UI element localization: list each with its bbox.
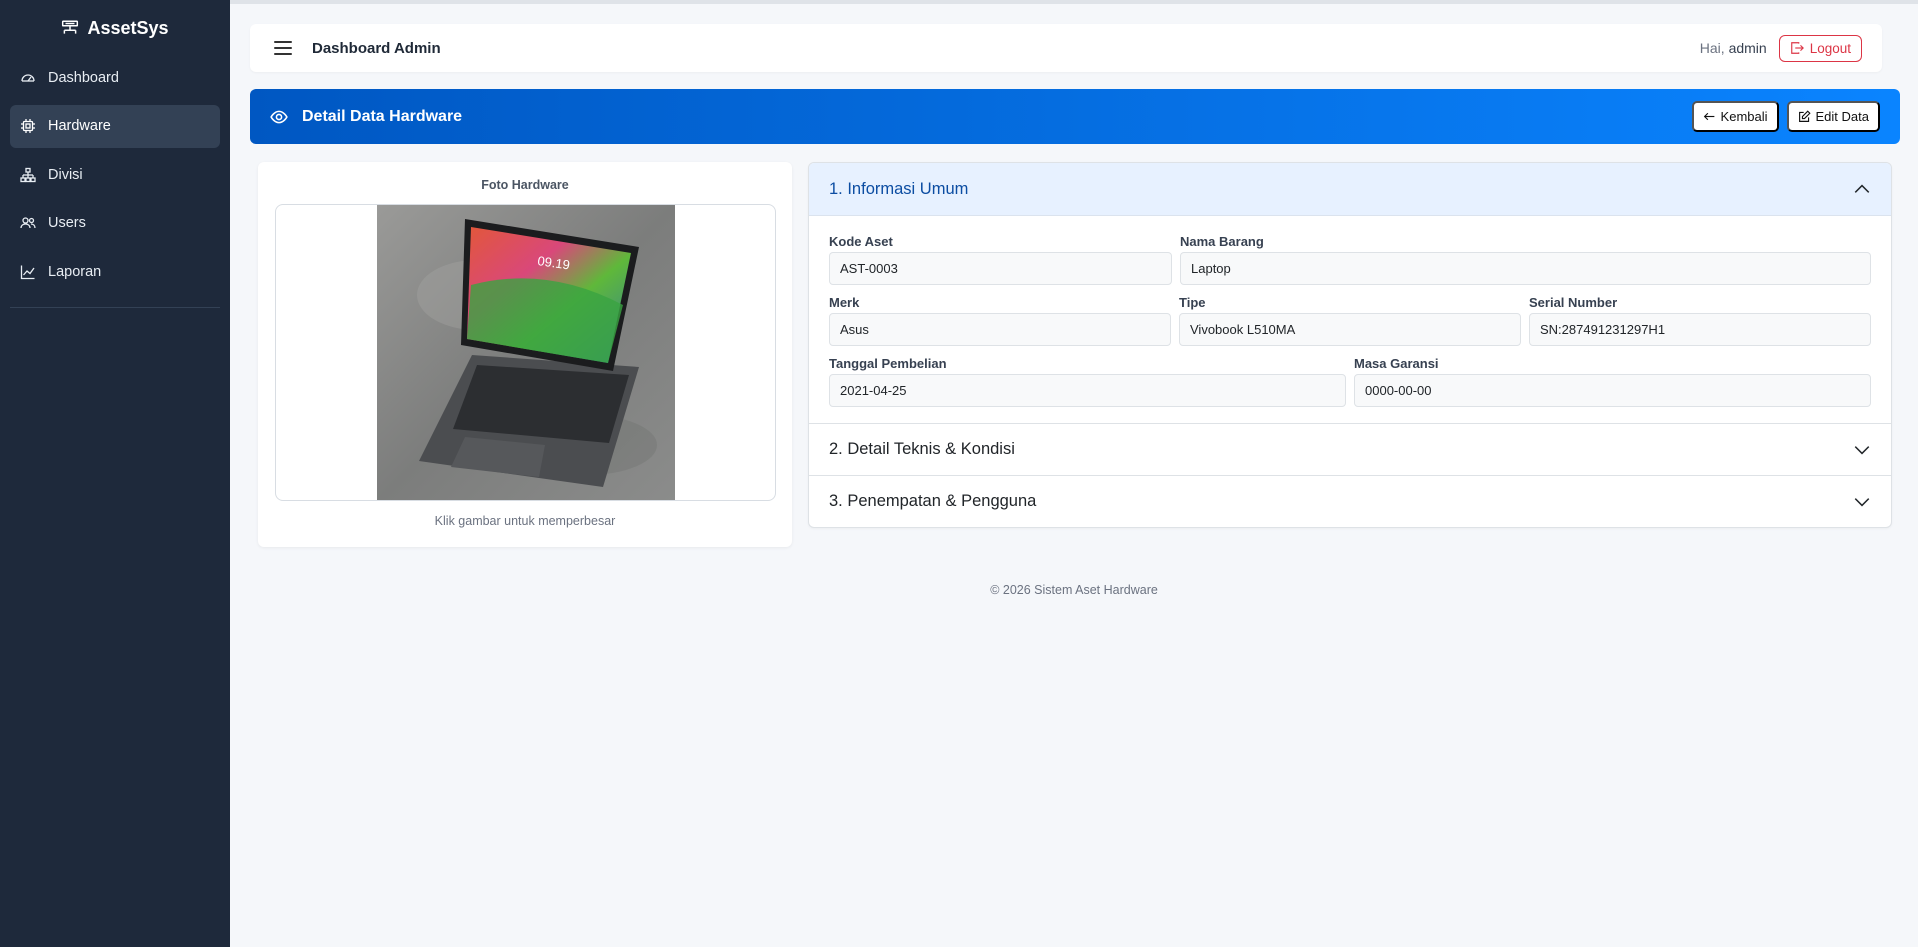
graph-icon [20, 265, 35, 279]
serial-number-input[interactable] [1529, 313, 1871, 346]
photo-label: Foto Hardware [481, 178, 569, 192]
sidebar: AssetSys Dashboard Hardware Divisi Users… [0, 0, 230, 947]
field-kode-aset: Kode Aset [829, 234, 1172, 285]
photo-card: Foto Hardware 09.19 Klik gambar untuk me… [258, 162, 792, 547]
section-informasi-umum-body: Kode Aset Nama Barang Merk Tipe Serial N… [809, 216, 1891, 423]
chevron-down-icon [1854, 445, 1870, 454]
sidebar-item-dashboard[interactable]: Dashboard [10, 56, 220, 99]
sidebar-nav: Dashboard Hardware Divisi Users Laporan [0, 56, 230, 293]
brand-name: AssetSys [87, 17, 169, 38]
form-row: Merk Tipe Serial Number [829, 295, 1871, 346]
navbar-user: Hai, admin Logout [1700, 34, 1862, 62]
sidebar-item-hardware[interactable]: Hardware [10, 104, 220, 148]
logout-label: Logout [1809, 40, 1851, 56]
field-label: Merk [829, 295, 860, 310]
merk-input[interactable] [829, 313, 1171, 346]
sidebar-item-label: Dashboard [48, 69, 119, 86]
pencil-square-icon [1798, 110, 1811, 122]
back-button[interactable]: Kembali [1691, 101, 1779, 132]
sidebar-item-divisi[interactable]: Divisi [10, 153, 220, 196]
field-label: Serial Number [1529, 295, 1618, 310]
people-icon [20, 217, 36, 229]
chevron-down-icon [1854, 497, 1870, 506]
speedometer-icon [21, 73, 35, 82]
edit-label: Edit Data [1815, 109, 1869, 124]
detail-accordion: 1. Informasi Umum Kode Aset Nama Barang … [808, 162, 1892, 528]
field-serial-number: Serial Number [1529, 295, 1871, 346]
section-informasi-umum-header[interactable]: 1. Informasi Umum [809, 163, 1891, 216]
sidebar-item-laporan[interactable]: Laporan [10, 250, 220, 293]
logout-icon [1790, 42, 1804, 54]
field-label: Tipe [1179, 295, 1206, 310]
photo-hint: Klik gambar untuk memperbesar [434, 514, 616, 528]
field-masa-garansi: Masa Garansi [1354, 356, 1871, 407]
field-label: Nama Barang [1180, 234, 1264, 249]
section-detail-teknis-header[interactable]: 2. Detail Teknis & Kondisi [809, 423, 1891, 475]
navbar-title: Dashboard Admin [312, 39, 441, 57]
masa-garansi-input[interactable] [1354, 374, 1871, 407]
field-tipe: Tipe [1179, 295, 1521, 346]
arrow-left-icon [1703, 112, 1714, 121]
footer: © 2026 Sistem Aset Hardware [990, 583, 1158, 597]
greeting-prefix: Hai, [1699, 40, 1725, 56]
form-row: Tanggal Pembelian Masa Garansi [829, 356, 1871, 407]
hamburger-menu-icon[interactable] [274, 41, 292, 55]
sidebar-item-users[interactable]: Users [10, 202, 220, 245]
tipe-input[interactable] [1179, 313, 1521, 346]
edit-button[interactable]: Edit Data [1786, 101, 1880, 132]
hardware-photo[interactable]: 09.19 [275, 204, 776, 501]
header-actions: Kembali Edit Data [1691, 101, 1880, 132]
server-icon [62, 20, 79, 34]
section-title: 3. Penempatan & Pengguna [829, 492, 1037, 510]
field-label: Tanggal Pembelian [829, 356, 947, 371]
brand[interactable]: AssetSys [0, 0, 230, 56]
section-title: 2. Detail Teknis & Kondisi [829, 440, 1015, 458]
sidebar-item-label: Hardware [48, 118, 111, 134]
username: admin [1728, 40, 1767, 56]
user-greeting: Hai, admin [1700, 40, 1767, 56]
sidebar-item-label: Laporan [48, 263, 102, 280]
page-header: Detail Data Hardware Kembali Edit Data [250, 89, 1900, 144]
cpu-icon [21, 119, 35, 133]
sidebar-item-label: Divisi [48, 166, 83, 183]
kode-aset-input[interactable] [829, 252, 1172, 285]
eye-icon [270, 110, 288, 123]
chevron-up-icon [1854, 184, 1870, 193]
logout-button[interactable]: Logout [1778, 34, 1862, 62]
section-title: 1. Informasi Umum [829, 179, 969, 198]
sidebar-divider [10, 307, 220, 308]
sidebar-item-label: Users [48, 215, 86, 231]
laptop-photo: 09.19 [376, 205, 675, 500]
top-navbar: Dashboard Admin Hai, admin Logout [250, 24, 1882, 72]
top-border [230, 0, 1918, 4]
page-title: Detail Data Hardware [302, 107, 463, 125]
field-merk: Merk [829, 295, 1171, 346]
field-label: Masa Garansi [1354, 356, 1439, 371]
form-row: Kode Aset Nama Barang [829, 234, 1871, 285]
section-penempatan-header[interactable]: 3. Penempatan & Pengguna [809, 475, 1891, 527]
nama-barang-input[interactable] [1180, 252, 1871, 285]
tanggal-pembelian-input[interactable] [829, 374, 1346, 407]
field-label: Kode Aset [829, 234, 893, 249]
field-nama-barang: Nama Barang [1180, 234, 1871, 285]
field-tanggal-pembelian: Tanggal Pembelian [829, 356, 1346, 407]
diagram-icon [20, 167, 36, 182]
back-label: Kembali [1720, 109, 1768, 124]
